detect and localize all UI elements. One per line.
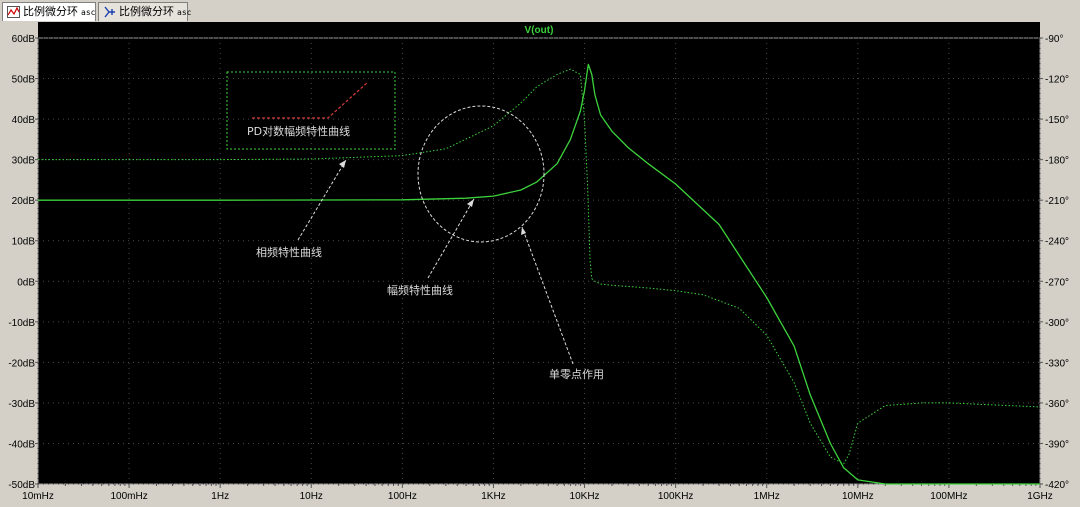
y-right-tick-label: -180° [1045, 156, 1069, 167]
x-tick-label: 100KHz [658, 491, 694, 502]
y-right-tick-label: -390° [1045, 439, 1069, 450]
y-left-tick-label: 40dB [12, 115, 36, 126]
y-right-tick-label: -330° [1045, 358, 1069, 369]
y-right-tick-label: -150° [1045, 115, 1069, 126]
y-right-tick-label: -240° [1045, 237, 1069, 248]
tab-schematic-label: 比例微分环 [119, 5, 174, 18]
schematic-icon [104, 6, 115, 18]
y-right-tick-label: -90° [1045, 34, 1063, 45]
x-tick-label: 1KHz [481, 491, 505, 502]
y-right-tick-label: -420° [1045, 480, 1069, 491]
pd-legend-label: PD对数幅频特性曲线 [247, 124, 350, 138]
y-right-tick-label: -210° [1045, 196, 1069, 207]
y-left-tick-label: 10dB [12, 237, 36, 248]
x-tick-label: 1GHz [1027, 491, 1053, 502]
magnitude-annotation-label: 幅频特性曲线 [387, 283, 453, 297]
y-left-tick-label: -30dB [8, 399, 35, 410]
x-tick-label: 1MHz [754, 491, 780, 502]
y-left-tick-label: -20dB [8, 358, 35, 369]
chart-title: V(out) [525, 25, 554, 36]
x-tick-label: 100Hz [388, 491, 417, 502]
x-tick-label: 10Hz [300, 491, 323, 502]
y-right-tick-label: -300° [1045, 318, 1069, 329]
y-left-tick-label: -40dB [8, 439, 35, 450]
x-tick-label: 100MHz [930, 491, 967, 502]
phase-annotation-label: 相频特性曲线 [256, 245, 322, 259]
tab-schematic[interactable]: 比例微分环 asc [98, 2, 192, 21]
bode-plot: 10mHz 100mHz 1Hz 10Hz 100Hz 1KHz 10KHz 100KHz 1M… [0, 22, 1080, 507]
x-tick-label: 1Hz [211, 491, 229, 502]
y-left-tick-label: 60dB [12, 34, 36, 45]
tab-waveform-label: 比例微分环 [23, 5, 78, 18]
y-left-tick-label: -50dB [8, 480, 35, 491]
y-left-tick-label: 30dB [12, 156, 36, 167]
tab-waveform-ext: asc [81, 8, 96, 17]
x-tick-label: 10MHz [842, 491, 874, 502]
x-tick-label: 10mHz [22, 491, 54, 502]
x-tick-label: 10KHz [570, 491, 600, 502]
y-left-tick-label: 50dB [12, 75, 36, 86]
tab-bar: 比例微分环 asc 比例微分环 asc [0, 0, 1080, 23]
tab-schematic-ext: asc [177, 8, 192, 17]
waveform-icon [7, 6, 20, 18]
y-left-tick-label: 0dB [17, 277, 35, 288]
y-left-tick-label: -10dB [8, 318, 35, 329]
y-right-tick-label: -360° [1045, 399, 1069, 410]
y-left-tick-label: 20dB [12, 196, 36, 207]
tab-waveform[interactable]: 比例微分环 asc [2, 2, 96, 21]
x-tick-label: 100mHz [110, 491, 147, 502]
y-right-tick-label: -120° [1045, 75, 1069, 86]
y-right-tick-label: -270° [1045, 277, 1069, 288]
zero-annotation-label: 单零点作用 [549, 368, 604, 381]
